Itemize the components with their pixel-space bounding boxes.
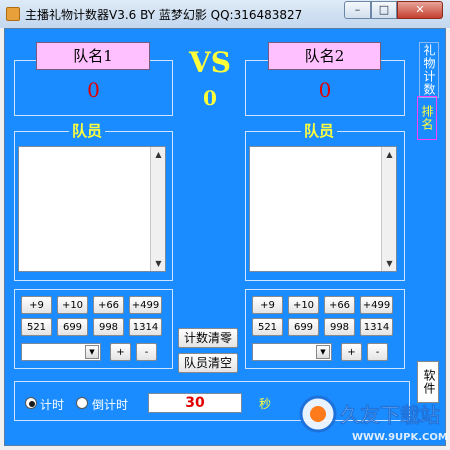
gift-button[interactable]: +9 bbox=[252, 296, 283, 314]
chevron-down-icon[interactable]: ▼ bbox=[316, 345, 330, 359]
gift-button[interactable]: +9 bbox=[21, 296, 52, 314]
window-title: 主播礼物计数器V3.6 BY 蓝梦幻影 QQ:316483827 bbox=[25, 8, 303, 22]
seconds-label: 秒 bbox=[259, 397, 272, 411]
left-members-scrollbar[interactable]: ▲ ▼ bbox=[150, 147, 165, 271]
left-team-score: 0 bbox=[87, 78, 100, 102]
right-increment-button[interactable]: + bbox=[341, 343, 362, 361]
count-up-radio[interactable] bbox=[25, 397, 37, 409]
gift-button[interactable]: 699 bbox=[57, 318, 88, 336]
scroll-down-arrow-icon[interactable]: ▼ bbox=[382, 256, 397, 271]
gift-button[interactable]: +10 bbox=[288, 296, 319, 314]
watermark-url: WWW.9UPK.COM bbox=[352, 432, 448, 443]
count-down-radio[interactable] bbox=[76, 397, 88, 409]
app-icon bbox=[6, 7, 20, 21]
chevron-down-icon[interactable]: ▼ bbox=[85, 345, 99, 359]
right-decrement-button[interactable]: - bbox=[367, 343, 388, 361]
minimize-button[interactable]: – bbox=[344, 1, 371, 19]
left-members-list[interactable]: ▲ ▼ bbox=[18, 146, 166, 272]
count-down-label[interactable]: 倒计时 bbox=[92, 396, 128, 413]
radio-selected-dot bbox=[29, 401, 35, 407]
scroll-up-arrow-icon[interactable]: ▲ bbox=[382, 147, 397, 162]
clear-count-button[interactable]: 计数清零 bbox=[178, 328, 238, 348]
gift-button[interactable]: 699 bbox=[288, 318, 319, 336]
gift-button[interactable]: 521 bbox=[21, 318, 52, 336]
tab-ranking[interactable]: 排名 bbox=[417, 96, 437, 140]
left-members-legend: 队员 bbox=[69, 122, 106, 140]
left-increment-button[interactable]: + bbox=[110, 343, 131, 361]
scroll-down-arrow-icon[interactable]: ▼ bbox=[151, 256, 166, 271]
right-team-score: 0 bbox=[318, 78, 332, 102]
gift-button[interactable]: +66 bbox=[324, 296, 355, 314]
right-gift-combo[interactable]: ▼ bbox=[252, 343, 332, 361]
gift-button[interactable]: 521 bbox=[252, 318, 283, 336]
title-bar[interactable]: 主播礼物计数器V3.6 BY 蓝梦幻影 QQ:316483827 – □ ✕ bbox=[0, 0, 450, 28]
gift-button[interactable]: +499 bbox=[129, 296, 162, 314]
gift-button[interactable]: +66 bbox=[93, 296, 124, 314]
gift-button[interactable]: 998 bbox=[324, 318, 355, 336]
left-team-name[interactable]: 队名1 bbox=[36, 42, 150, 70]
gift-button[interactable]: +10 bbox=[57, 296, 88, 314]
timer-value-field[interactable]: 30 bbox=[148, 393, 242, 413]
vs-label: VS bbox=[189, 46, 231, 79]
clear-members-button[interactable]: 队员清空 bbox=[178, 353, 238, 373]
right-team-name[interactable]: 队名2 bbox=[268, 42, 381, 70]
right-members-list[interactable]: ▲ ▼ bbox=[249, 146, 397, 272]
count-up-label[interactable]: 计时 bbox=[40, 396, 64, 413]
right-members-legend: 队员 bbox=[301, 122, 338, 140]
watermark-brand: 久友下载站 bbox=[340, 403, 440, 427]
watermark-logo: 久友下载站 WWW.9UPK.COM bbox=[299, 395, 448, 443]
maximize-button[interactable]: □ bbox=[371, 1, 397, 19]
gift-button[interactable]: 1314 bbox=[360, 318, 393, 336]
close-button[interactable]: ✕ bbox=[397, 1, 443, 19]
right-members-scrollbar[interactable]: ▲ ▼ bbox=[381, 147, 396, 271]
scroll-up-arrow-icon[interactable]: ▲ bbox=[151, 147, 166, 162]
gift-button[interactable]: 1314 bbox=[129, 318, 162, 336]
left-gift-combo[interactable]: ▼ bbox=[21, 343, 101, 361]
vs-value: 0 bbox=[203, 86, 217, 110]
tab-gift-count[interactable]: 礼物计数 bbox=[419, 42, 439, 98]
gift-button[interactable]: 998 bbox=[93, 318, 124, 336]
left-decrement-button[interactable]: - bbox=[136, 343, 157, 361]
watermark: 久友下载站 WWW.9UPK.COM bbox=[288, 380, 448, 446]
gift-button[interactable]: +499 bbox=[360, 296, 393, 314]
